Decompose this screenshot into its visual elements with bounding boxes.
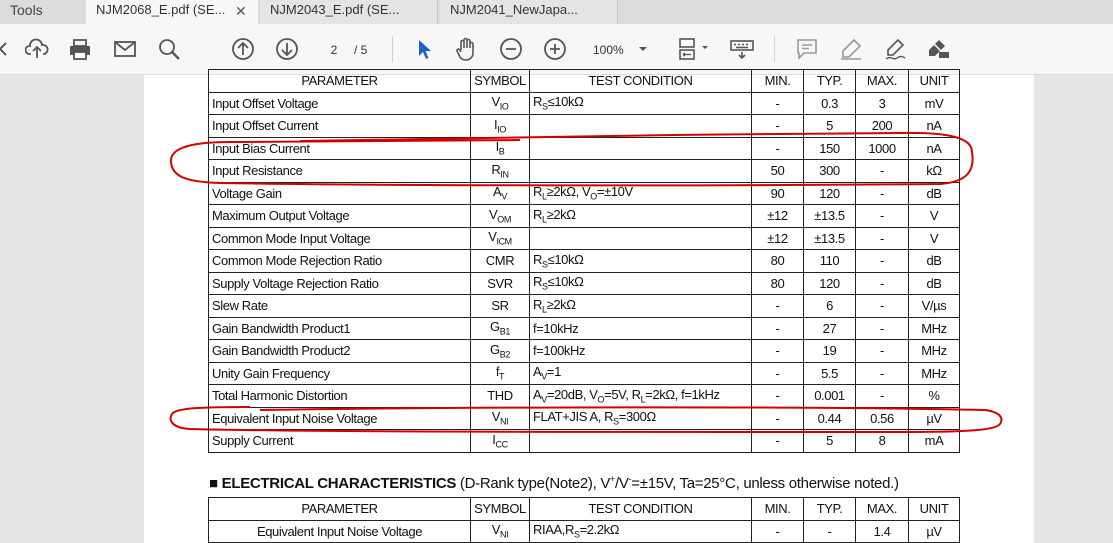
annotation-loop-noise-voltage bbox=[169, 406, 1003, 434]
annotation-loop-bias-resistance bbox=[169, 131, 974, 187]
annotation-overlay bbox=[169, 131, 1003, 434]
